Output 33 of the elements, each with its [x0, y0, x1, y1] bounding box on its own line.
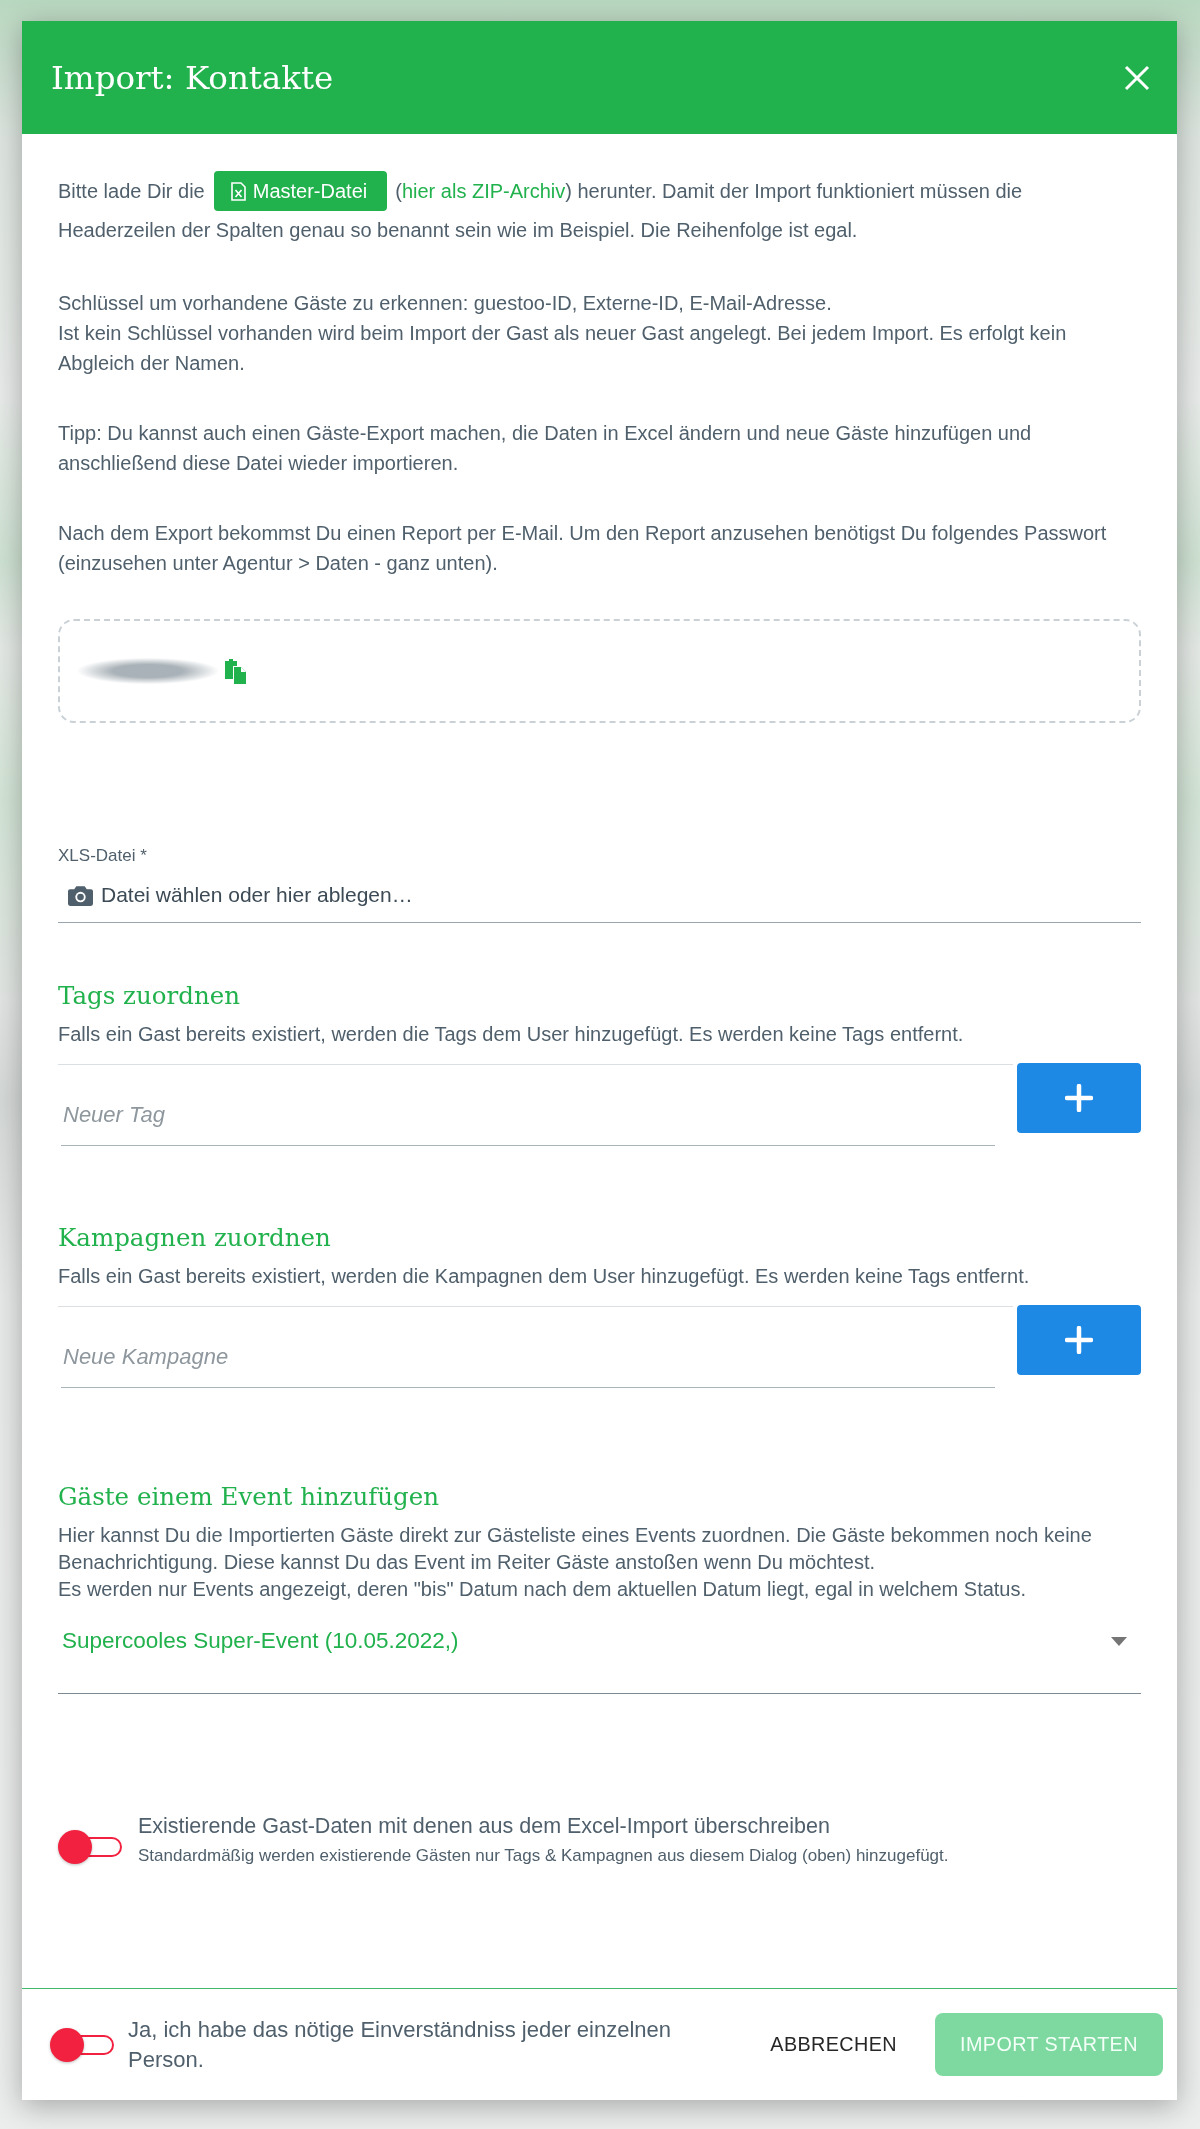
text-input-field[interactable]: Neue Kampagne [61, 1327, 995, 1388]
zip-archive-link[interactable]: hier als ZIP-Archiv [401, 180, 566, 203]
add-button[interactable] [1017, 1063, 1141, 1133]
master-file-button[interactable]: Master-Datei [213, 171, 388, 211]
section-heading: Gäste einem Event hinzufügen [58, 1482, 441, 1512]
file-icon [230, 181, 246, 201]
section-heading: Tags zuordnen [58, 981, 241, 1011]
text-input-field[interactable]: Neuer Tag [61, 1085, 995, 1146]
caret-icon [1111, 1637, 1127, 1646]
intro-text: Bitte lade Dir die Master-Datei (hier als ZIP-Archiv) herunter. Damit der Import funktioniert müssen die Headerzeilen der Spalten genau so benannt sein wie im Beispiel. Die Reihenfolge ist egal. [58, 173, 1141, 248]
info-text: Schlüssel um vorhandene Gäste zu erkennen: guestoo-ID, Externe-ID, E-Mail-Adresse. Ist kein Schlüssel vorhanden wird beim Import der Gast als neuer Gast angelegt. Bei jedem Import. Es erfolgt kein Abgleich der Namen. [58, 291, 1068, 376]
section-heading: Kampagnen zuordnen [58, 1223, 332, 1253]
event-select[interactable]: Supercooles Super-Event (10.05.2022,) [58, 1615, 1141, 1694]
info-text: Nach dem Export bekommst Du einen Report per E-Mail. Um den Report anzusehen benötigst Du folgendes Passwort (einzusehen unter Agentur > Daten - ganz unten). [58, 521, 1108, 576]
toggle-hint: Standardmäßig werden existierende Gästen nur Tags & Kampagnen aus diesem Dialog (oben) hinzugefügt. [138, 1845, 949, 1867]
section-description: Falls ein Gast bereits existiert, werden die Tags dem User hinzugefügt. Es werden keine Tags entfernt. [58, 1022, 965, 1047]
section-description: Falls ein Gast bereits existiert, werden die Kampagnen dem User hinzugefügt. Es werden keine Tags entfernt. [58, 1264, 1031, 1289]
section-description: Hier kannst Du die Importierten Gäste direkt zur Gästeliste eines Events zuordnen. Die Gäste bekommen noch keine Benachrichtigung. Diese kannst Du das Event im Reiter Gäste anstoßen wenn Du möchtest. Es werden nur Events angezeigt, deren "bis" Datum nach dem aktuellen Datum liegt, egal in welchem Status. [58, 1523, 1093, 1602]
dialog-title: Import: Kontakte [51, 58, 334, 97]
toggle-switch[interactable] [50, 2027, 114, 2062]
plus-icon [1065, 1084, 1093, 1112]
toggle-label: Existierende Gast-Daten mit denen aus dem Excel-Import überschreiben [138, 1813, 831, 1840]
toggle-switch[interactable] [58, 1830, 122, 1864]
close-icon [1124, 64, 1150, 91]
copy-icon[interactable] [224, 658, 246, 684]
field-label: XLS-Datei * [58, 845, 148, 867]
plus-icon [1065, 1326, 1093, 1354]
add-button[interactable] [1017, 1305, 1141, 1375]
consent-label: Ja, ich habe das nötige Einverständniss jeder einzelnen Person. [128, 2015, 673, 2074]
info-text: Tipp: Du kannst auch einen Gäste-Export machen, die Daten in Excel ändern und neue Gäste hinzufügen und anschließend diese Datei wieder importieren. [58, 421, 1033, 476]
cancel-button[interactable]: ABBRECHEN [754, 2016, 913, 2073]
camera-icon [68, 885, 93, 906]
file-drop-field[interactable]: Datei wählen oder hier ablegen… [58, 867, 1141, 923]
